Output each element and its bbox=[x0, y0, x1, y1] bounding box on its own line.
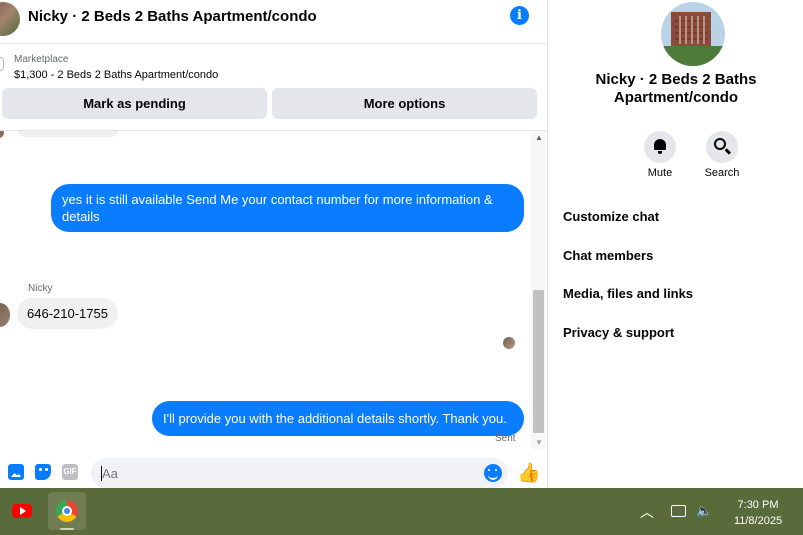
messenger-window: Nicky · 2 Beds 2 Baths Apartment/condo i… bbox=[0, 0, 803, 488]
scrollbar-thumb[interactable] bbox=[533, 290, 544, 433]
menu-privacy-support[interactable]: Privacy & support bbox=[563, 325, 674, 340]
previous-message-bubble bbox=[18, 131, 118, 137]
read-receipt-avatar bbox=[503, 337, 515, 349]
menu-chat-members[interactable]: Chat members bbox=[563, 248, 653, 263]
search-icon[interactable] bbox=[706, 131, 738, 163]
sender-name: Nicky bbox=[28, 283, 53, 294]
search-label: Search bbox=[704, 167, 740, 179]
chat-column: Nicky · 2 Beds 2 Baths Apartment/condo i… bbox=[0, 0, 548, 488]
more-options-button[interactable]: More options bbox=[272, 88, 537, 119]
menu-customize-chat[interactable]: Customize chat bbox=[563, 209, 659, 224]
listing-thumbnail bbox=[0, 57, 4, 71]
taskbar: ︿ 🔈 7:30 PM 11/8/2025 bbox=[0, 488, 803, 535]
message-list: yes it is still available Send Me your c… bbox=[0, 131, 531, 449]
scroll-down-arrow-icon[interactable]: ▼ bbox=[535, 438, 543, 447]
bell-icon[interactable] bbox=[644, 131, 676, 163]
mute-label: Mute bbox=[647, 167, 673, 179]
message-input[interactable] bbox=[102, 466, 472, 481]
search-button[interactable]: Search bbox=[697, 131, 747, 179]
active-indicator bbox=[60, 528, 74, 530]
composer: GIF 👍 bbox=[0, 452, 547, 488]
clock[interactable]: 7:30 PM 11/8/2025 bbox=[728, 497, 788, 529]
scroll-up-arrow-icon[interactable]: ▲ bbox=[535, 133, 543, 142]
show-hidden-icons-chevron-icon[interactable]: ︿ bbox=[640, 502, 654, 522]
outgoing-message[interactable]: I'll provide you with the additional det… bbox=[152, 401, 524, 436]
incoming-message[interactable]: 646-210-1755 bbox=[17, 298, 118, 329]
outgoing-message[interactable]: yes it is still available Send Me your c… bbox=[51, 184, 524, 232]
chat-title[interactable]: Nicky · 2 Beds 2 Baths Apartment/condo bbox=[28, 8, 317, 25]
panel-title: Nicky · 2 Beds 2 Baths Apartment/condo bbox=[595, 71, 757, 106]
network-icon[interactable] bbox=[671, 505, 686, 517]
info-icon[interactable]: i bbox=[510, 6, 529, 25]
photo-icon[interactable] bbox=[8, 464, 24, 480]
emoji-icon[interactable] bbox=[484, 464, 502, 482]
chrome-taskbar-button[interactable] bbox=[48, 492, 86, 530]
conversation-info-panel: Nicky · 2 Beds 2 Baths Apartment/condo M… bbox=[549, 0, 803, 488]
marketplace-label: Marketplace bbox=[14, 54, 69, 65]
mute-button[interactable]: Mute bbox=[635, 131, 685, 179]
marketplace-bar: Marketplace $1,300 - 2 Beds 2 Baths Apar… bbox=[0, 45, 547, 131]
menu-media-files-links[interactable]: Media, files and links bbox=[563, 286, 693, 301]
lawn-image bbox=[661, 46, 725, 66]
message-input-box[interactable] bbox=[91, 458, 508, 488]
clock-date: 11/8/2025 bbox=[733, 515, 783, 527]
contact-avatar[interactable] bbox=[0, 2, 20, 36]
contact-profile-photo[interactable] bbox=[661, 2, 725, 66]
message-scrollbar[interactable]: ▲ ▼ bbox=[531, 131, 546, 449]
clock-time: 7:30 PM bbox=[737, 499, 779, 511]
contact-avatar-small[interactable] bbox=[0, 303, 10, 327]
volume-icon[interactable]: 🔈 bbox=[696, 503, 712, 519]
thumbs-up-icon[interactable]: 👍 bbox=[517, 461, 541, 485]
chat-header: Nicky · 2 Beds 2 Baths Apartment/condo i bbox=[0, 0, 547, 44]
mark-as-pending-button[interactable]: Mark as pending bbox=[2, 88, 267, 119]
gif-icon[interactable]: GIF bbox=[62, 464, 78, 480]
contact-avatar-small bbox=[0, 131, 4, 138]
sticker-icon[interactable] bbox=[35, 464, 51, 480]
message-status: Sent bbox=[495, 433, 516, 444]
youtube-icon[interactable] bbox=[12, 504, 32, 518]
listing-title[interactable]: $1,300 - 2 Beds 2 Baths Apartment/condo bbox=[14, 69, 218, 81]
building-image bbox=[671, 12, 711, 48]
chrome-icon bbox=[56, 500, 78, 522]
